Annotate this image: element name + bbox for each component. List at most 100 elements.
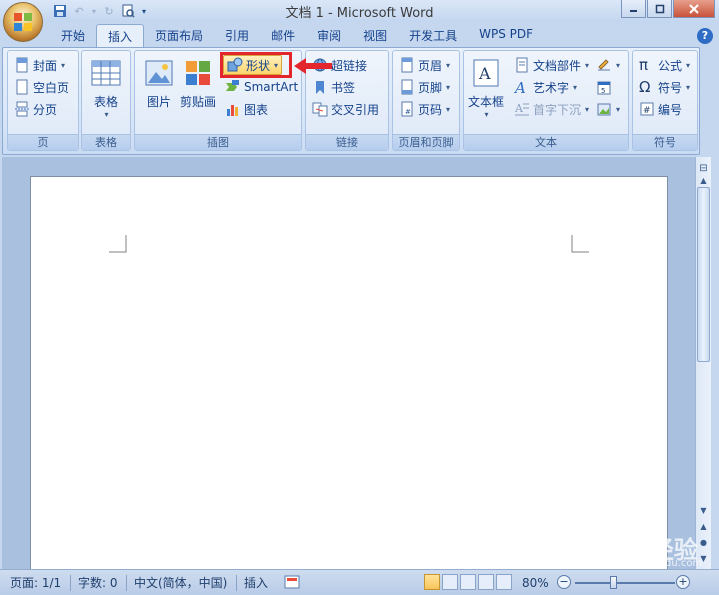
tab-view[interactable]: 视图 [352,24,398,48]
clipart-button[interactable]: 剪贴画 [180,57,216,110]
signature-line-button[interactable]: ▾ [596,55,620,75]
footer-icon [399,79,415,95]
vertical-scrollbar[interactable]: ⊟ ▲ ▼ ▲ ● ▼ [695,157,711,569]
tab-references[interactable]: 引用 [214,24,260,48]
date-time-icon: 5 [596,79,612,95]
chevron-down-icon: ▾ [585,60,590,70]
macro-record-icon[interactable] [284,574,300,592]
zoom-slider-track[interactable] [575,582,675,584]
pi-icon: π [639,56,649,74]
web-layout-view-button[interactable] [460,574,476,590]
scroll-down-button[interactable]: ▼ [696,503,711,518]
drop-cap-label: 首字下沉 [533,102,582,117]
help-icon[interactable]: ? [697,28,713,44]
chevron-down-icon: ▾ [686,82,691,92]
date-time-button[interactable]: 5 [596,77,612,97]
page-number-icon: # [399,101,415,117]
chevron-down-icon: ▾ [616,60,621,70]
group-tables: 表格 ▾ 表格 [81,50,131,151]
page-break-label: 分页 [33,102,58,117]
outline-view-button[interactable] [478,574,494,590]
previous-page-button[interactable]: ▲ [696,519,711,534]
picture-button[interactable]: 图片 [143,57,175,110]
cover-page-icon [14,57,30,73]
clipart-icon [182,57,214,89]
zoom-slider-thumb[interactable] [609,576,617,589]
draft-view-button[interactable] [496,574,512,590]
group-text: A 文本框 ▾ 文档部件 ▾ A 艺术字 ▾ A 首字下沉 ▾ ▾ 5 ▾ 文本 [463,50,629,151]
svg-text:#: # [643,106,651,116]
scroll-up-button[interactable]: ▲ [696,173,711,188]
scrollbar-thumb[interactable] [697,187,710,362]
tab-page-layout[interactable]: 页面布局 [144,24,214,48]
textbox-button[interactable]: A 文本框 ▾ [468,57,504,119]
bookmark-button[interactable]: 书签 [312,77,355,97]
zoom-out-button[interactable]: − [557,575,571,589]
tab-developer[interactable]: 开发工具 [398,24,468,48]
status-separator [126,575,127,591]
highlight-box [220,52,292,78]
document-page[interactable] [30,176,668,569]
chevron-down-icon: ▾ [446,60,451,70]
wordart-button[interactable]: A 艺术字 ▾ [513,77,577,97]
smartart-button[interactable]: SmartArt [225,77,298,97]
print-layout-view-button[interactable] [424,574,440,590]
svg-text:A: A [514,79,526,95]
group-header-footer: 页眉 ▾ 页脚 ▾ # 页码 ▾ 页眉和页脚 [392,50,460,151]
select-browse-object-button[interactable]: ● [696,535,711,550]
status-separator [236,575,237,591]
table-label: 表格 [93,95,118,109]
drop-cap-button[interactable]: A 首字下沉 ▾ [514,99,589,119]
clipart-label: 剪贴画 [180,95,217,109]
table-button[interactable]: 表格 ▾ [90,57,122,119]
header-button[interactable]: 页眉 ▾ [399,55,450,75]
footer-button[interactable]: 页脚 ▾ [399,77,450,97]
tab-review[interactable]: 审阅 [306,24,352,48]
group-pages: 封面 ▾ 空白页 分页 页 [7,50,79,151]
tab-wps-pdf[interactable]: WPS PDF [468,24,544,48]
office-button[interactable] [3,2,43,42]
minimize-button[interactable] [621,0,646,18]
quick-parts-button[interactable]: 文档部件 ▾ [514,55,589,75]
status-words[interactable]: 字数: 0 [78,574,118,592]
zoom-in-button[interactable]: + [676,575,690,589]
chart-button[interactable]: 图表 [225,99,268,119]
blank-page-button[interactable]: 空白页 [14,77,69,97]
insert-object-button[interactable]: ▾ [596,99,620,119]
chart-icon [225,101,241,117]
number-button[interactable]: # 编号 [639,99,682,119]
omega-icon: Ω [639,78,651,96]
group-label-pages: 页 [8,134,78,150]
status-page[interactable]: 页面: 1/1 [10,574,61,592]
page-break-button[interactable]: 分页 [14,99,57,119]
tab-insert[interactable]: 插入 [96,24,145,48]
full-screen-reading-view-button[interactable] [442,574,458,590]
cover-page-button[interactable]: 封面 ▾ [14,55,65,75]
number-icon: # [639,101,655,117]
cross-reference-icon [312,101,328,117]
tab-home[interactable]: 开始 [50,24,96,48]
status-language[interactable]: 中文(简体，中国) [134,574,227,592]
cross-reference-button[interactable]: 交叉引用 [312,99,379,119]
page-number-button[interactable]: # 页码 ▾ [399,99,450,119]
group-label-symbols: 符号 [633,134,697,150]
textbox-label: 文本框 [468,95,505,109]
window-controls [621,0,715,18]
chevron-down-icon: ▾ [585,104,590,114]
equation-button[interactable]: π 公式 ▾ [639,55,690,75]
restore-button[interactable] [647,0,672,18]
group-label-text: 文本 [464,134,628,150]
header-icon [399,57,415,73]
bookmark-icon [312,79,328,95]
tab-mailings[interactable]: 邮件 [260,24,306,48]
symbol-label: 符号 [658,80,683,95]
symbol-button[interactable]: Ω 符号 ▾ [639,77,690,97]
status-mode[interactable]: 插入 [244,574,268,592]
group-label-header-footer: 页眉和页脚 [393,134,459,150]
close-button[interactable] [673,0,715,18]
zoom-level[interactable]: 80% [522,574,549,592]
textbox-icon: A [470,57,502,89]
insert-object-icon [596,101,612,117]
group-label-illustrations: 插图 [135,134,301,150]
blank-page-label: 空白页 [33,80,70,95]
